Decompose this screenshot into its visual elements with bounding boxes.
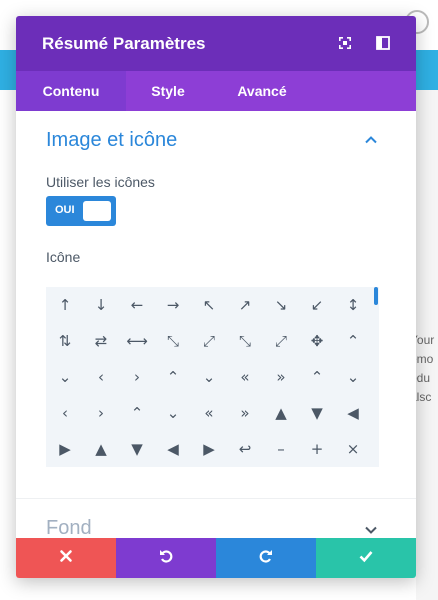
- toggle-on-label: OUI: [55, 204, 75, 216]
- section-title-image-icone[interactable]: Image et icône: [46, 129, 177, 152]
- icon-option[interactable]: ▼: [299, 395, 335, 431]
- icon-option[interactable]: ↩: [227, 431, 263, 467]
- section-title-fond[interactable]: Fond: [46, 517, 92, 540]
- modal-footer: [16, 538, 416, 578]
- icon-option[interactable]: ↕: [335, 287, 371, 323]
- modal-header[interactable]: Résumé Paramètres: [16, 16, 416, 71]
- icon-option[interactable]: ⌄: [155, 395, 191, 431]
- icon-option[interactable]: ▶: [47, 431, 83, 467]
- settings-modal: Résumé Paramètres Contenu Style Avancé I…: [16, 16, 416, 578]
- redo-icon: [258, 548, 274, 569]
- icon-option[interactable]: ←: [119, 287, 155, 323]
- icon-option[interactable]: ⌃: [299, 359, 335, 395]
- modal-title: Résumé Paramètres: [42, 33, 206, 53]
- icon-option[interactable]: ‹: [83, 359, 119, 395]
- use-icons-label: Utiliser les icônes: [46, 174, 155, 190]
- close-icon: [58, 548, 74, 569]
- icon-option[interactable]: ⤢: [191, 323, 227, 359]
- icon-option[interactable]: –: [263, 431, 299, 467]
- icon-option[interactable]: ⌄: [191, 359, 227, 395]
- expand-icon[interactable]: [336, 34, 354, 52]
- icon-option[interactable]: ⌃: [335, 323, 371, 359]
- icon-option[interactable]: ▲: [263, 395, 299, 431]
- icon-option[interactable]: ⤢: [263, 323, 299, 359]
- save-button[interactable]: [316, 538, 416, 578]
- icon-option[interactable]: ▼: [119, 431, 155, 467]
- check-icon: [358, 548, 374, 569]
- icon-option[interactable]: ⇅: [47, 323, 83, 359]
- section-divider: [16, 498, 416, 499]
- icon-option[interactable]: ⌄: [47, 359, 83, 395]
- toggle-knob: [83, 201, 111, 221]
- icon-option[interactable]: ×: [335, 431, 371, 467]
- cancel-button[interactable]: [16, 538, 116, 578]
- icon-option[interactable]: ↑: [47, 287, 83, 323]
- redo-button[interactable]: [216, 538, 316, 578]
- tab-avance[interactable]: Avancé: [210, 71, 314, 111]
- icon-option[interactable]: ⌃: [155, 359, 191, 395]
- icon-option[interactable]: ↗: [227, 287, 263, 323]
- icon-option[interactable]: +: [299, 431, 335, 467]
- icon-option[interactable]: ▶: [191, 431, 227, 467]
- icon-option[interactable]: ↖: [191, 287, 227, 323]
- tab-contenu[interactable]: Contenu: [16, 71, 126, 111]
- icon-label: Icône: [46, 249, 81, 265]
- icon-option[interactable]: ▲: [83, 431, 119, 467]
- icon-option[interactable]: ⤡: [155, 323, 191, 359]
- use-icons-toggle[interactable]: OUI: [46, 196, 116, 226]
- split-view-icon[interactable]: [374, 34, 392, 52]
- tab-style[interactable]: Style: [126, 71, 210, 111]
- chevron-down-icon[interactable]: [364, 523, 378, 537]
- icon-option[interactable]: ✥: [299, 323, 335, 359]
- icon-option[interactable]: »: [227, 395, 263, 431]
- icon-picker-scrollbar[interactable]: [374, 287, 378, 305]
- icon-option[interactable]: ⌄: [335, 359, 371, 395]
- icon-option[interactable]: ↘: [263, 287, 299, 323]
- icon-option[interactable]: ›: [119, 359, 155, 395]
- undo-icon: [158, 548, 174, 569]
- chevron-up-icon[interactable]: [364, 133, 378, 147]
- modal-content: Image et icône Utiliser les icônes OUI I…: [16, 111, 416, 541]
- tab-bar: Contenu Style Avancé: [16, 71, 416, 111]
- icon-option[interactable]: »: [263, 359, 299, 395]
- icon-option[interactable]: ◀: [335, 395, 371, 431]
- icon-option[interactable]: →: [155, 287, 191, 323]
- undo-button[interactable]: [116, 538, 216, 578]
- icon-option[interactable]: ‹: [47, 395, 83, 431]
- icon-option[interactable]: ◀: [155, 431, 191, 467]
- icon-option[interactable]: ↙: [299, 287, 335, 323]
- icon-picker-grid: ↑ ↓ ← → ↖ ↗ ↘ ↙ ↕ ⇅ ⇄ ⟷ ⤡ ⤢ ⤡ ⤢ ✥ ⌃ ⌄ ‹ › ⌃ ⌄ «» ⌃ ⌄ ‹ › ⌃ ⌄ «» ▲ ▼ ◀ ▶ ▲ ▼ ◀…: [46, 287, 379, 467]
- icon-option[interactable]: ⌃: [119, 395, 155, 431]
- icon-option[interactable]: «: [227, 359, 263, 395]
- icon-option[interactable]: «: [191, 395, 227, 431]
- icon-option[interactable]: ⇄: [83, 323, 119, 359]
- icon-option[interactable]: ↓: [83, 287, 119, 323]
- icon-option[interactable]: ›: [83, 395, 119, 431]
- icon-option[interactable]: ⤡: [227, 323, 263, 359]
- icon-option[interactable]: ⟷: [119, 323, 155, 359]
